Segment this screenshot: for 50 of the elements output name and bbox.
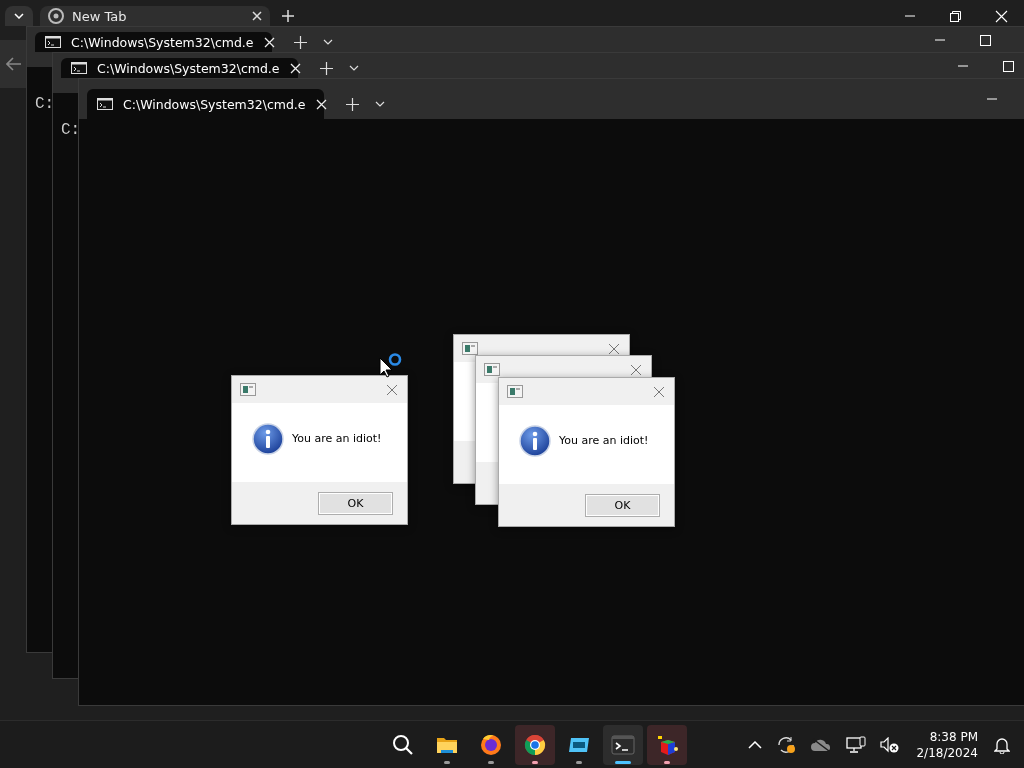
fox-icon bbox=[479, 732, 503, 757]
console-icon bbox=[71, 62, 87, 74]
window-icon bbox=[240, 383, 256, 396]
chevron-down-icon bbox=[349, 65, 359, 71]
back-arrow-icon[interactable] bbox=[6, 57, 22, 71]
taskbar-app-button[interactable] bbox=[603, 724, 643, 765]
window-icon bbox=[507, 385, 523, 398]
terminal-tab[interactable]: C:\Windows\System32\cmd.e bbox=[87, 89, 324, 119]
search-icon bbox=[391, 732, 415, 757]
plus-icon bbox=[294, 35, 307, 49]
close-icon[interactable] bbox=[252, 11, 262, 21]
chevron-down-icon bbox=[375, 101, 385, 107]
prompt-text: C: bbox=[35, 95, 55, 113]
ok-button[interactable]: OK bbox=[585, 493, 660, 517]
monitor-icon[interactable] bbox=[844, 733, 869, 756]
prompt-text: C: bbox=[61, 121, 81, 139]
maximize-icon bbox=[978, 33, 992, 47]
close-icon bbox=[386, 383, 398, 396]
globe-icon bbox=[48, 8, 64, 24]
close-icon bbox=[994, 9, 1008, 23]
close-icon bbox=[630, 363, 642, 376]
ring-logo-icon bbox=[523, 732, 547, 757]
close-icon[interactable] bbox=[315, 98, 327, 110]
dialog-message: You are an idiot! bbox=[559, 434, 649, 447]
close-icon bbox=[608, 342, 620, 355]
maximize-icon bbox=[1001, 59, 1015, 73]
console-icon bbox=[97, 98, 113, 110]
chevron-down-icon bbox=[14, 13, 24, 19]
chevron-down-icon bbox=[323, 39, 333, 45]
plus-icon bbox=[320, 61, 333, 75]
restore-icon bbox=[948, 9, 962, 23]
plus-icon bbox=[282, 10, 294, 22]
clock-button[interactable]: 8:38 PM 2/18/2024 bbox=[912, 729, 982, 760]
close-icon bbox=[653, 385, 665, 398]
taskbar-app-button[interactable] bbox=[515, 724, 555, 765]
dialog-message: You are an idiot! bbox=[292, 432, 382, 445]
new-tab-button[interactable] bbox=[280, 8, 296, 24]
taskbar-app-button[interactable] bbox=[647, 724, 687, 765]
plus-icon bbox=[346, 97, 359, 111]
close-icon[interactable] bbox=[263, 36, 275, 48]
terminal-tab[interactable]: C:\Windows\System32\cmd.e bbox=[61, 58, 298, 78]
tab-list-button[interactable] bbox=[5, 6, 33, 26]
info-icon bbox=[252, 422, 284, 455]
browser-tab[interactable]: New Tab bbox=[40, 6, 270, 26]
info-icon bbox=[519, 424, 551, 457]
close-icon[interactable] bbox=[289, 62, 301, 74]
ok-button[interactable]: OK bbox=[318, 491, 393, 515]
console-icon bbox=[45, 36, 61, 48]
terminal-tab[interactable]: C:\Windows\System32\cmd.e bbox=[35, 32, 272, 52]
terminal-icon bbox=[611, 732, 635, 757]
